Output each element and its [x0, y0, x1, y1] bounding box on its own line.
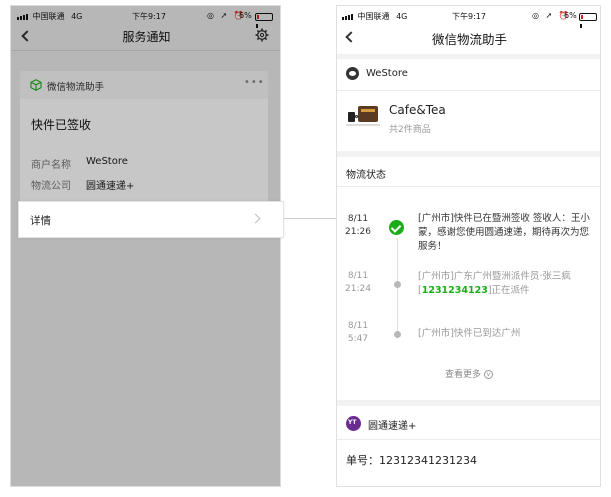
page-title: 微信物流助手: [431, 32, 507, 47]
tracking-number[interactable]: 12312341231234: [379, 454, 477, 467]
tracking-section: 物流状态 8/11 21:26 [广州市]快件已在暨洲签收 签收人：王小蒙，感谢…: [337, 157, 600, 400]
timeline-line: [397, 238, 398, 338]
event-date: 8/11: [347, 321, 369, 331]
tracking-link[interactable]: 1231234123: [422, 285, 488, 296]
timeline-dot: [394, 281, 401, 288]
carrier-logo-icon: YT: [346, 416, 361, 431]
product-count: 共2件商品: [389, 125, 431, 135]
detail-row[interactable]: 详情: [18, 201, 284, 238]
event-date: 8/11: [347, 214, 369, 224]
product-thumbnail[interactable]: [346, 103, 380, 129]
battery-percent: 6%: [564, 11, 577, 20]
status-time: 下午9:17: [452, 12, 486, 21]
tracking-number-row: 单号：12312341231234: [346, 452, 477, 468]
store-logo-icon: [346, 67, 359, 80]
store-name: WeStore: [366, 68, 408, 79]
order-section: WeStore Cafe&Tea 共2件商品: [337, 59, 600, 151]
tracking-label: 单号：: [346, 454, 379, 467]
connector-line: [284, 218, 342, 219]
carrier-section: YT 圆通速递+ 单号：12312341231234: [337, 406, 600, 486]
carrier-name: 中国联通: [357, 12, 390, 21]
left-phone-screen: 中国联通 4G 下午9:17 ◎ ➚ ⏰ 6% 服务通知 微信物流助手 ••• …: [10, 5, 281, 487]
section-title: 物流状态: [346, 170, 386, 181]
timeline-item: 8/11 21:26: [343, 213, 373, 239]
timeline-dot: [394, 331, 401, 338]
signal-icon: [342, 13, 353, 20]
network-type: 4G: [396, 12, 408, 21]
carrier-name: 圆通速递+: [368, 421, 417, 432]
event-text: [广州市]快件已在暨洲签收 签收人：王小蒙，感谢您使用圆通速递，期待再次为您服务…: [418, 213, 590, 252]
divider: [337, 90, 600, 91]
timeline-item: 8/11 5:47: [343, 320, 373, 346]
product-name: Cafe&Tea: [389, 103, 446, 117]
divider: [337, 186, 600, 187]
timeline-item: 8/11 21:24: [343, 270, 373, 296]
chevron-down-icon: v: [483, 370, 493, 379]
event-date: 8/11: [347, 271, 369, 281]
see-more-label: 查看更多: [445, 370, 482, 380]
event-time: 21:24: [345, 284, 371, 294]
event-text-suffix: ]正在派件: [487, 285, 530, 296]
event-text: [广州市]快件已到达广州: [418, 328, 521, 339]
dim-overlay: [11, 6, 280, 486]
event-time: 5:47: [347, 334, 369, 344]
status-bar: 中国联通 4G 下午9:17 ◎ ➚ ⏰ 6%: [342, 11, 597, 28]
check-circle-icon: [389, 220, 404, 235]
event-time: 21:26: [345, 227, 371, 237]
see-more-link[interactable]: 查看更多 v: [445, 367, 493, 380]
event-text: [广州市]广东广州暨洲派件员·张三疯 [1231234123]正在派件: [418, 270, 594, 298]
right-phone-screen: 中国联通 4G 下午9:17 ◎ ➚ ⏰ 6% 微信物流助手 WeStore C…: [336, 5, 601, 487]
divider: [337, 439, 600, 440]
chevron-right-icon: [250, 213, 261, 224]
battery-icon: [579, 12, 597, 30]
detail-label: 详情: [30, 215, 51, 227]
